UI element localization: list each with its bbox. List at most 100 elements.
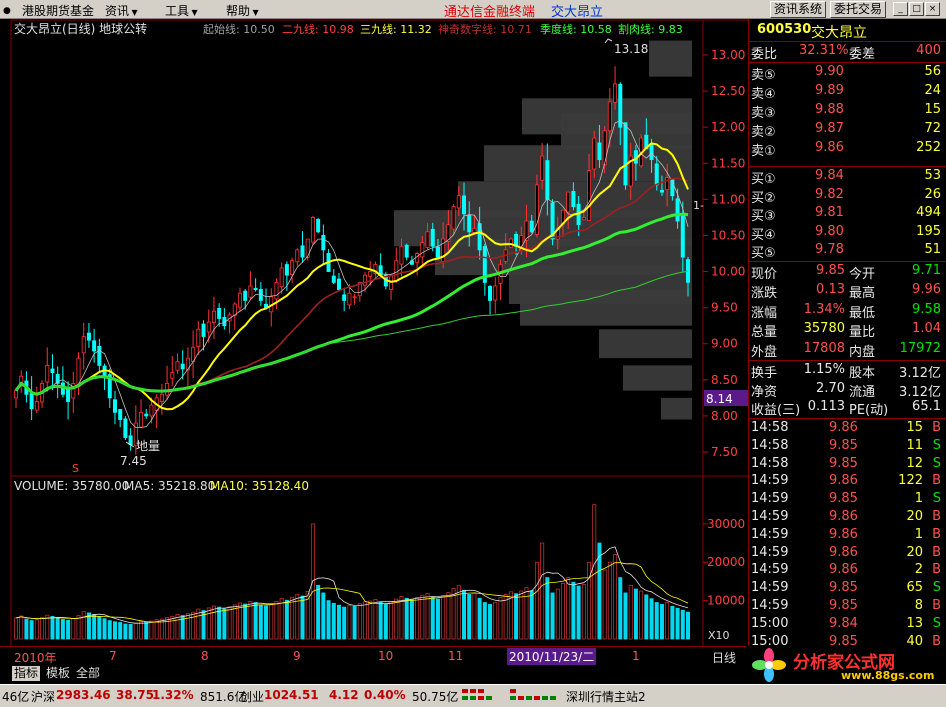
volume-bar (581, 584, 586, 640)
ask-volume: 72 (924, 121, 941, 136)
volume-bar (321, 592, 326, 640)
period-label[interactable]: 日线 (712, 649, 736, 666)
bid-volume: 51 (924, 242, 941, 257)
stat-label: 总量 (751, 325, 778, 341)
candle-body (488, 285, 493, 301)
stat2-label: PE(动) (849, 403, 889, 418)
bottom-tabs: 指标 模板 全部 (0, 666, 746, 682)
volume-bar (347, 605, 352, 640)
wc-value: 400 (916, 43, 941, 58)
candle-body (316, 219, 321, 233)
menu-ggqh[interactable]: ● (3, 2, 11, 16)
price-tick-label: 9.00 (711, 337, 738, 351)
volume-bar (659, 604, 664, 640)
volume-bar (300, 595, 305, 640)
trade-button[interactable]: 委托交易 (830, 1, 887, 18)
sig-7 (486, 696, 492, 700)
menu-tools[interactable]: 工具 ▼ (165, 2, 198, 19)
indicator-4: 季度线: 10.58 (540, 22, 612, 36)
date-label-9: 9 (293, 649, 301, 663)
volume-bar (425, 592, 430, 640)
volume-bar (24, 618, 29, 640)
stat2-row: 净资 2.70 流通 3.12亿 (749, 381, 946, 400)
menu-hk-futures[interactable]: 港股期货基金 (22, 2, 94, 19)
volume-bar (55, 617, 60, 640)
status-server[interactable]: 深圳行情主站2 (566, 688, 646, 705)
volume-tick-label: 10000 (707, 594, 745, 608)
candle-body (680, 215, 685, 258)
volume-bar (269, 604, 274, 640)
candle-body (34, 401, 39, 411)
candle-body (217, 307, 222, 319)
chip-box (599, 329, 692, 359)
volume-bar (237, 602, 242, 640)
stat2-value: 1.15% (803, 362, 845, 377)
tab-template[interactable]: 模板 (44, 666, 72, 681)
wb-label: 委比 (751, 47, 778, 62)
menu-help[interactable]: 帮助 ▼ (226, 2, 259, 19)
candle-body (607, 101, 612, 132)
sig-5 (470, 696, 476, 700)
price-tick-label: 8.00 (711, 409, 738, 423)
date-label-year: 2010年 (14, 651, 57, 665)
stat-value: 9.85 (816, 263, 845, 278)
candle-body (592, 137, 597, 170)
sig-8 (510, 689, 516, 693)
tick-volume: 8 (914, 598, 923, 613)
info-system-button[interactable]: 资讯系统 (770, 1, 827, 18)
tick-volume: 65 (906, 580, 923, 596)
maximize-button[interactable]: □ (909, 2, 924, 16)
volume-bar (477, 597, 482, 640)
candle-body (581, 217, 586, 221)
tick-direction: S (932, 455, 941, 471)
price-tick-label: 11.50 (711, 156, 745, 170)
candle-body (149, 404, 154, 417)
candle-body (175, 361, 180, 371)
stat2-value: 0.113 (807, 399, 845, 414)
candle-body (420, 242, 425, 258)
volume-bar (613, 554, 618, 640)
candle-body (368, 271, 373, 277)
candle-body (295, 249, 300, 263)
stat-value: 1.04 (912, 321, 941, 337)
ask-label: 卖⑤ (751, 68, 776, 83)
tab-indicator[interactable]: 指标 (12, 666, 41, 681)
volume-bar (19, 615, 24, 640)
candle-body (300, 245, 305, 258)
main-chart[interactable]: 13.00 12.50 12.00 11.50 11.00 10.50 10.00 9.50 9… (0, 19, 748, 646)
tick-row: 14:59 9.85 1 S (749, 491, 946, 509)
tick-direction: S (932, 437, 941, 453)
menu-info[interactable]: 资讯 ▼ (105, 2, 138, 19)
price-tick-label: 10.00 (711, 265, 745, 279)
volume-bar (665, 602, 670, 640)
candle-body (675, 198, 680, 222)
volume-bar (97, 616, 102, 640)
volume-bar (602, 569, 607, 640)
close-button[interactable]: × (925, 2, 940, 16)
ask-row: 卖⑤ 9.90 56 (749, 64, 946, 83)
volume-bar (514, 593, 519, 640)
volume-bar (352, 605, 357, 640)
minimize-button[interactable]: _ (893, 2, 908, 16)
stat-row: 涨跌 0.13 最高 9.96 (749, 282, 946, 301)
date-label-10: 10 (378, 649, 394, 663)
tab-all[interactable]: 全部 (74, 666, 102, 681)
stat-label: 内盘 (849, 344, 876, 360)
bid-label: 买⑤ (751, 246, 776, 261)
status-bar: 46亿 沪深 2983.46 38.75 1.32% 851.6亿 创业 102… (0, 684, 946, 707)
bid-volume: 195 (916, 223, 941, 239)
order-ratio-row: 委比 32.31% 委差 400 (749, 43, 946, 62)
status-index-value: 2983.46 (56, 688, 111, 702)
volume-bar (326, 600, 331, 640)
price-marker-right: 1- (693, 199, 704, 212)
volume-bar (290, 596, 295, 640)
candle-body (659, 189, 664, 193)
candle-body (50, 368, 55, 374)
candle-body (180, 363, 185, 370)
volume-bar (555, 588, 560, 640)
volume-bar (560, 582, 565, 640)
stat-value: 9.58 (912, 301, 941, 317)
ask-price: 9.88 (815, 102, 844, 117)
tick-direction: B (932, 473, 941, 489)
date-highlight: 2010/11/23/二 (507, 648, 597, 665)
